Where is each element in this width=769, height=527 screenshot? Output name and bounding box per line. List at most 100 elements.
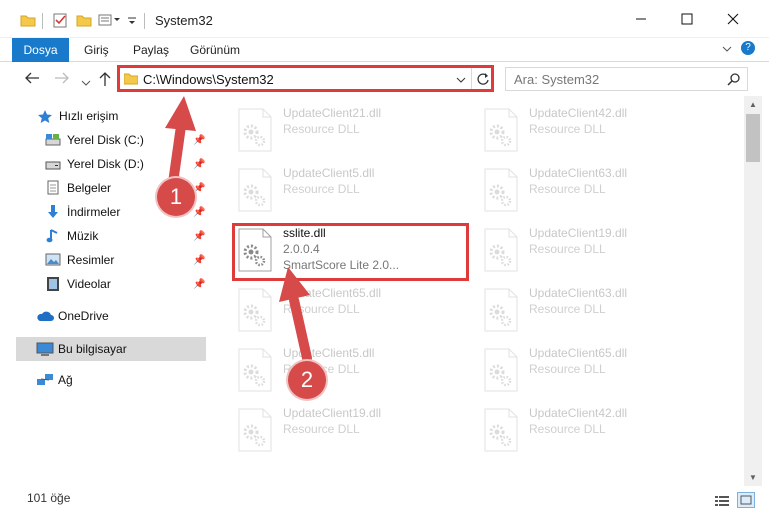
sidebar-item-network[interactable]: Ağ [0,369,206,391]
tab-file[interactable]: Dosya [12,38,69,62]
file-item[interactable]: UpdateClient42.dll Resource DLL [481,104,716,160]
folder-icon [123,71,139,88]
new-folder-icon[interactable] [76,10,92,30]
drive-icon [45,133,61,147]
forward-icon[interactable] [54,71,70,89]
properties-icon[interactable] [52,10,68,30]
file-name: UpdateClient21.dll [283,106,382,120]
tab-home[interactable]: Giriş [84,43,109,57]
file-description: Resource DLL [283,122,360,136]
up-icon[interactable] [98,71,112,91]
back-icon[interactable] [24,71,40,89]
title-bar: System32 [0,0,769,38]
folder-icon[interactable] [20,10,36,30]
dll-file-icon [481,228,521,272]
file-description: Resource DLL [529,122,606,136]
sidebar-item-pictures[interactable]: Resimler 📌 [0,249,206,271]
music-icon [45,228,61,243]
sidebar-item-quick-access[interactable]: Hızlı erişim [0,105,206,127]
file-name: UpdateClient42.dll [529,406,628,420]
file-description: Resource DLL [283,182,360,196]
computer-icon [36,342,54,356]
file-item[interactable]: UpdateClient19.dll Resource DLL [481,224,716,280]
pin-icon[interactable]: 📌 [193,207,205,218]
file-name: UpdateClient19.dll [283,406,382,420]
dll-file-icon [235,228,275,272]
file-item[interactable]: UpdateClient63.dll Resource DLL [481,284,716,340]
file-description: Resource DLL [529,422,606,436]
file-item[interactable]: UpdateClient42.dll Resource DLL [481,404,716,460]
file-item[interactable]: UpdateClient5.dll Resource DLL [235,164,470,220]
file-item[interactable]: UpdateClient21.dll Resource DLL [235,104,470,160]
pin-icon[interactable]: 📌 [193,135,205,146]
recent-locations-icon[interactable] [81,74,91,91]
chevron-down-icon[interactable] [456,74,466,88]
pin-icon[interactable]: 📌 [193,279,205,290]
cloud-icon [36,309,54,323]
help-icon[interactable]: ? [741,41,755,55]
sidebar-item-local-disk-c[interactable]: Yerel Disk (C:) 📌 [0,129,206,151]
pictures-icon [45,252,61,266]
status-bar [0,486,769,527]
search-icon[interactable] [727,72,741,89]
file-name: UpdateClient63.dll [529,286,628,300]
file-description: Resource DLL [283,422,360,436]
dll-file-icon [235,108,275,152]
details-view-icon[interactable] [714,494,730,511]
chevron-down-icon[interactable] [127,10,137,30]
close-icon[interactable] [710,0,756,38]
refresh-icon[interactable] [476,72,490,89]
dll-file-icon [481,408,521,452]
file-name: UpdateClient42.dll [529,106,628,120]
pin-icon[interactable]: 📌 [193,183,205,194]
pin-icon[interactable]: 📌 [193,255,205,266]
scroll-up-icon[interactable]: ▲ [744,96,762,113]
ribbon: Dosya Giriş Paylaş Görünüm ? [0,38,769,62]
file-name: UpdateClient5.dll [283,346,375,360]
pin-icon[interactable]: 📌 [193,159,205,170]
scroll-down-icon[interactable]: ▼ [744,469,762,486]
file-description: Resource DLL [529,242,606,256]
maximize-icon[interactable] [664,0,710,38]
window-title: System32 [155,13,213,28]
sidebar-item-local-disk-d[interactable]: Yerel Disk (D:) 📌 [0,153,206,175]
file-item[interactable]: UpdateClient65.dll Resource DLL [235,284,470,340]
file-item-selected[interactable]: sslite.dll 2.0.0.4 SmartScore Lite 2.0... [235,224,470,280]
file-description: Resource DLL [283,302,360,316]
expand-ribbon-icon[interactable] [722,43,732,57]
file-name: UpdateClient5.dll [283,166,375,180]
file-item[interactable]: UpdateClient19.dll Resource DLL [235,404,470,460]
file-name: sslite.dll [283,226,326,240]
sidebar-item-onedrive[interactable]: OneDrive [0,305,206,327]
download-icon [45,204,61,218]
customize-icon[interactable] [98,10,124,30]
sidebar-item-this-pc[interactable]: Bu bilgisayar [0,338,206,360]
file-name: UpdateClient65.dll [283,286,382,300]
file-item[interactable]: UpdateClient63.dll Resource DLL [481,164,716,220]
minimize-icon[interactable] [618,0,664,38]
file-name: UpdateClient19.dll [529,226,628,240]
tab-view[interactable]: Görünüm [190,43,240,57]
file-description: Resource DLL [529,302,606,316]
sidebar-item-music[interactable]: Müzik 📌 [0,225,206,247]
star-icon [37,109,53,123]
address-path[interactable]: C:\Windows\System32 [143,72,274,87]
scroll-thumb[interactable] [746,114,760,162]
item-count: 101 öğe [27,491,71,505]
step-badge-1: 1 [157,178,195,216]
pin-icon[interactable]: 📌 [193,231,205,242]
dll-file-icon [235,168,275,212]
file-item[interactable]: UpdateClient5.dllResource DLL [235,344,470,400]
file-version: 2.0.0.4 [283,242,320,256]
dll-file-icon [235,408,275,452]
dll-file-icon [481,288,521,332]
dll-file-icon [481,108,521,152]
file-name: UpdateClient63.dll [529,166,628,180]
dll-file-icon [235,288,275,332]
tiles-view-icon[interactable] [737,492,755,508]
drive-icon [45,157,61,171]
file-item[interactable]: UpdateClient65.dll Resource DLL [481,344,716,400]
sidebar-item-videos[interactable]: Videolar 📌 [0,273,206,295]
dll-file-icon [481,348,521,392]
tab-share[interactable]: Paylaş [133,43,169,57]
